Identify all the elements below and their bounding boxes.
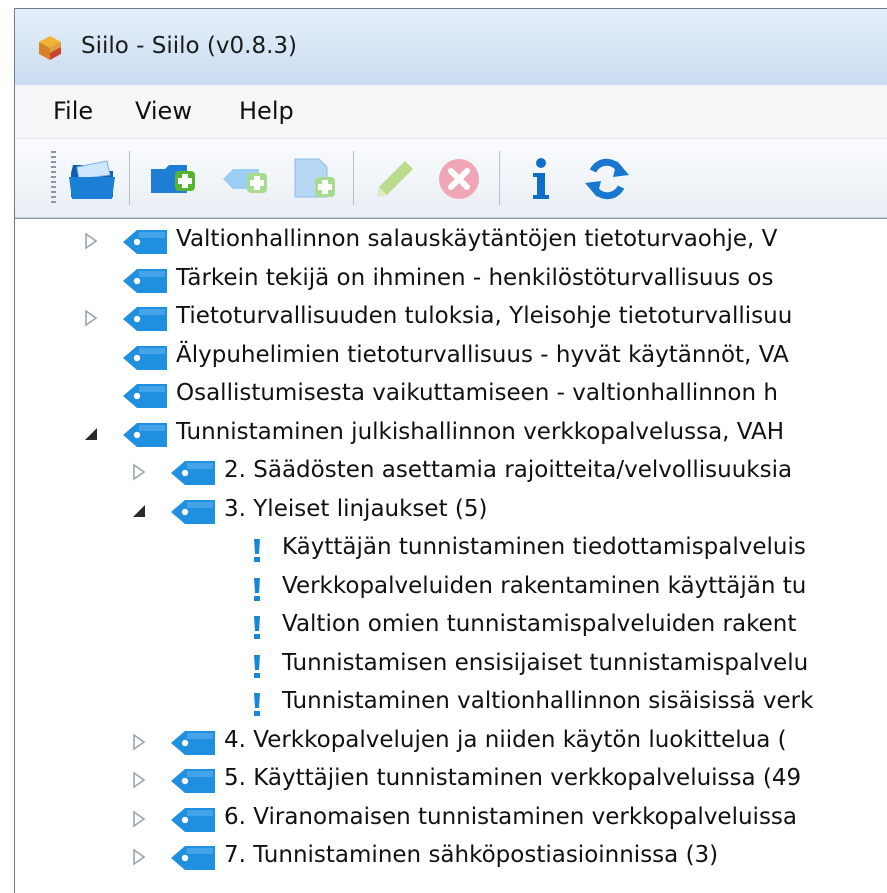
tree-item-label: 2. Säädösten asettamia rajoitteita/velvo…	[224, 457, 793, 483]
tree-item-label: Tietoturvallisuuden tuloksia, Yleisohje …	[176, 303, 793, 329]
info-icon[interactable]	[515, 153, 567, 205]
tree-item-label: Käyttäjän tunnistaminen tiedottamispalve…	[282, 534, 806, 560]
tree-row[interactable]: Käyttäjän tunnistaminen tiedottamispalve…	[15, 530, 887, 570]
tree-item-label: 5. Käyttäjien tunnistaminen verkkopalvel…	[224, 765, 802, 791]
menu-bar: File View Help	[15, 85, 887, 139]
edit-pencil-icon[interactable]	[369, 153, 421, 205]
toolbar-separator	[129, 151, 130, 205]
tree-row[interactable]: Tietoturvallisuuden tuloksia, Yleisohje …	[15, 299, 887, 339]
expand-arrow-icon[interactable]	[129, 461, 149, 483]
tag-icon	[171, 769, 215, 793]
tree-row[interactable]: Valtionhallinnon salauskäytäntöjen tieto…	[15, 222, 887, 262]
exclamation-icon	[254, 693, 260, 716]
exclamation-icon	[254, 539, 260, 562]
tag-icon	[171, 846, 215, 870]
tree-row[interactable]: 5. Käyttäjien tunnistaminen verkkopalvel…	[15, 761, 887, 801]
tree-row[interactable]: Osallistumisesta vaikuttamiseen - valtio…	[15, 376, 887, 416]
tag-icon	[171, 461, 215, 485]
tree-item-label: Valtionhallinnon salauskäytäntöjen tieto…	[176, 226, 778, 252]
tag-icon	[123, 268, 167, 293]
tree-item-label: Älypuhelimien tietoturvallisuus - hyvät …	[176, 341, 789, 368]
expand-arrow-icon[interactable]	[81, 230, 101, 252]
tree-item-label: Valtion omien tunnistamispalveluiden rak…	[282, 611, 797, 637]
tree-row[interactable]: 3. Yleiset linjaukset (5)	[15, 492, 887, 532]
tree-row[interactable]: Tärkein tekijä on ihminen - henkilöstötu…	[15, 261, 887, 301]
tree-row[interactable]: Tunnistamisen ensisijaiset tunnistamispa…	[15, 646, 887, 686]
add-tag-icon[interactable]	[219, 153, 271, 205]
menu-view[interactable]: View	[131, 95, 196, 127]
tag-icon	[171, 499, 215, 524]
app-logo-icon	[39, 36, 61, 60]
expand-arrow-icon[interactable]	[129, 731, 149, 753]
expand-arrow-icon[interactable]	[81, 307, 101, 329]
tree-item-label: Tunnistamisen ensisijaiset tunnistamispa…	[282, 649, 809, 676]
menu-file[interactable]: File	[49, 95, 97, 127]
tag-icon	[123, 345, 167, 370]
tree-item-label: 6. Viranomaisen tunnistaminen verkkopalv…	[224, 803, 798, 830]
exclamation-icon	[254, 654, 260, 678]
tree-row[interactable]: Valtion omien tunnistamispalveluiden rak…	[15, 607, 887, 647]
tree-item-label: 4. Verkkopalvelujen ja niiden käytön luo…	[224, 726, 787, 753]
tag-icon	[123, 384, 167, 408]
add-folder-icon[interactable]	[147, 153, 199, 205]
exclamation-icon	[254, 577, 260, 601]
exclamation-icon	[254, 616, 260, 639]
tree-row[interactable]: 2. Säädösten asettamia rajoitteita/velvo…	[15, 453, 887, 493]
tree-item-label: Verkkopalveluiden rakentaminen käyttäjän…	[282, 572, 807, 599]
toolbar-grip[interactable]	[51, 151, 56, 205]
open-folder-icon[interactable]	[67, 153, 119, 205]
toolbar-separator	[499, 151, 500, 205]
tree-item-label: Osallistumisesta vaikuttamiseen - valtio…	[176, 380, 778, 406]
refresh-icon[interactable]	[581, 153, 633, 205]
expand-arrow-icon[interactable]	[129, 769, 149, 791]
tree-item-label: Tunnistaminen julkishallinnon verkkopalv…	[176, 418, 785, 445]
tree-view[interactable]: Valtionhallinnon salauskäytäntöjen tieto…	[15, 218, 887, 893]
tag-icon	[123, 422, 167, 447]
tree-row[interactable]: 4. Verkkopalvelujen ja niiden käytön luo…	[15, 723, 887, 763]
tree-item-label: 3. Yleiset linjaukset (5)	[224, 495, 488, 522]
toolbar	[15, 139, 887, 218]
tag-icon	[123, 307, 167, 331]
tag-icon	[123, 230, 167, 254]
delete-icon[interactable]	[433, 153, 485, 205]
tree-row[interactable]: Älypuhelimien tietoturvallisuus - hyvät …	[15, 338, 887, 378]
tag-icon	[171, 730, 215, 755]
tree-row[interactable]: 6. Viranomaisen tunnistaminen verkkopalv…	[15, 800, 887, 840]
title-bar[interactable]: Siilo - Siilo (v0.8.3)	[15, 9, 887, 85]
collapse-arrow-icon[interactable]	[129, 500, 149, 522]
window-title: Siilo - Siilo (v0.8.3)	[81, 33, 297, 59]
tree-row[interactable]: 7. Tunnistaminen sähköpostiasioinnissa (…	[15, 838, 887, 878]
tree-row[interactable]: Tunnistaminen julkishallinnon verkkopalv…	[15, 415, 887, 455]
tree-item-label: 7. Tunnistaminen sähköpostiasioinnissa (…	[224, 842, 719, 868]
expand-arrow-icon[interactable]	[129, 808, 149, 830]
add-document-icon[interactable]	[287, 153, 339, 205]
collapse-arrow-icon[interactable]	[81, 423, 101, 445]
toolbar-separator	[353, 151, 354, 205]
tree-item-label: Tärkein tekijä on ihminen - henkilöstötu…	[176, 264, 774, 291]
tag-icon	[171, 807, 215, 832]
menu-help[interactable]: Help	[235, 95, 298, 127]
app-window: Siilo - Siilo (v0.8.3) File View Help Va…	[14, 8, 887, 893]
tree-row[interactable]: Verkkopalveluiden rakentaminen käyttäjän…	[15, 569, 887, 609]
tree-row[interactable]: Tunnistaminen valtionhallinnon sisäisiss…	[15, 684, 887, 724]
expand-arrow-icon[interactable]	[129, 846, 149, 868]
tree-item-label: Tunnistaminen valtionhallinnon sisäisiss…	[282, 688, 814, 714]
